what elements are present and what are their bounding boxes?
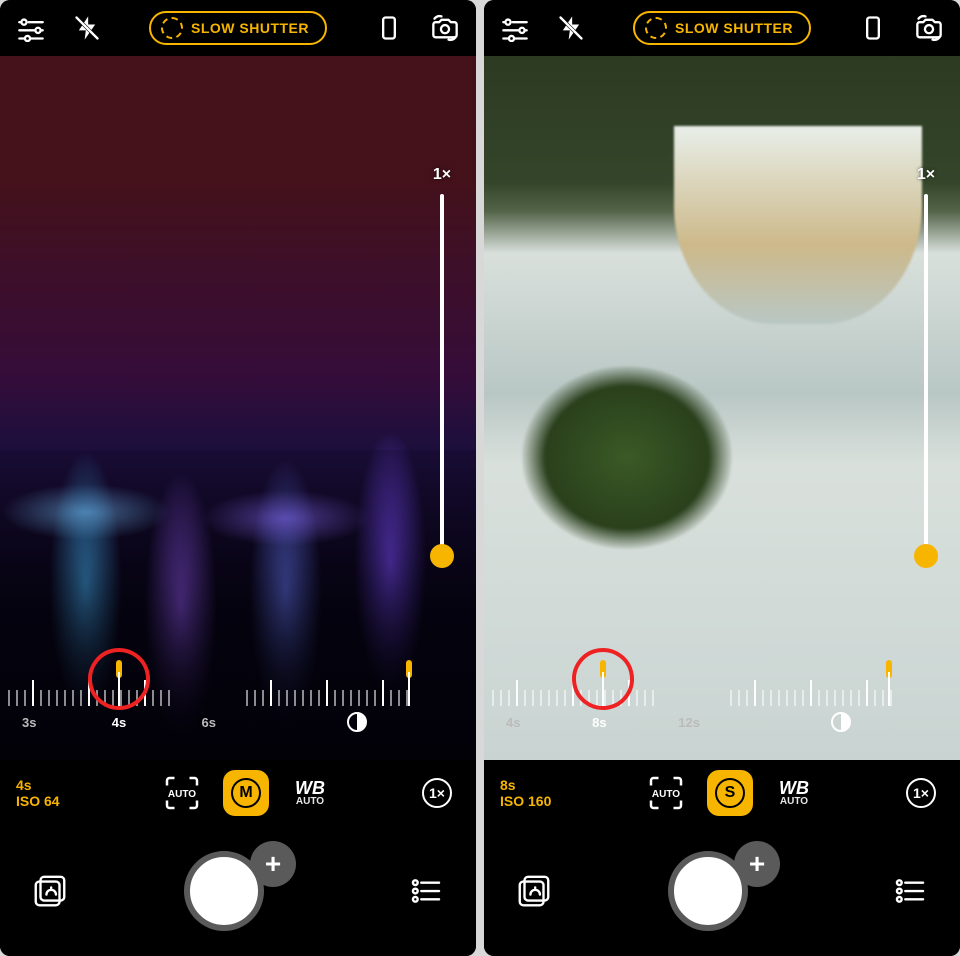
top-bar: SLOW SHUTTER xyxy=(0,0,476,56)
shutter-dial-ticks xyxy=(0,678,238,706)
zoom-track[interactable] xyxy=(440,194,444,556)
shutter-row: + xyxy=(0,826,476,956)
exposure-dial[interactable] xyxy=(722,640,960,742)
white-balance-button[interactable]: WBAUTO xyxy=(287,770,333,816)
white-balance-button[interactable]: WBAUTO xyxy=(771,770,817,816)
mode-button-letter: M xyxy=(231,778,261,808)
shutter-dial[interactable]: 3s 4s 6s xyxy=(0,640,238,742)
shutter-row: + xyxy=(484,826,960,956)
mode-label: SLOW SHUTTER xyxy=(191,20,309,36)
controls-row: 4s ISO 64 AUTO M WBAUTO 1× xyxy=(0,760,476,826)
controls-row: 8s ISO 160 AUTO S WBAUTO 1× xyxy=(484,760,960,826)
shutter-dial[interactable]: 4s 8s 12s xyxy=(484,640,722,742)
camera-switch-icon[interactable] xyxy=(428,11,462,45)
zoom-label: 1× xyxy=(917,166,935,184)
flash-off-icon[interactable] xyxy=(554,11,588,45)
shutter-main[interactable] xyxy=(184,851,264,931)
orientation-icon[interactable] xyxy=(856,11,890,45)
shutter-dial-values: 4s 8s 12s xyxy=(484,715,722,730)
wb-sub: AUTO xyxy=(780,797,808,806)
zoom-button-label: 1× xyxy=(906,778,936,808)
flash-off-icon[interactable] xyxy=(70,11,104,45)
exposure-readout[interactable]: 8s ISO 160 xyxy=(500,777,562,809)
shutter-button[interactable]: + xyxy=(668,843,776,939)
aperture-icon xyxy=(161,17,183,39)
shutter-dial-values: 3s 4s 6s xyxy=(0,715,238,730)
zoom-slider[interactable]: 1× xyxy=(428,166,456,556)
screenshot-left: SLOW SHUTTER 1× 3s xyxy=(0,0,476,956)
mode-button-letter: S xyxy=(715,778,745,808)
svg-text:AUTO: AUTO xyxy=(652,789,680,800)
settings-icon[interactable] xyxy=(14,11,48,45)
zoom-knob[interactable] xyxy=(430,544,454,568)
wb-sub: AUTO xyxy=(296,797,324,806)
mode-label: SLOW SHUTTER xyxy=(675,20,793,36)
zoom-button[interactable]: 1× xyxy=(414,770,460,816)
mode-button[interactable]: M xyxy=(223,770,269,816)
last-settings-button[interactable] xyxy=(404,869,448,913)
zoom-button-label: 1× xyxy=(422,778,452,808)
exposure-readout[interactable]: 4s ISO 64 xyxy=(16,777,78,809)
viewfinder[interactable]: 1× 3s 4s 6s xyxy=(0,56,476,760)
camera-switch-icon[interactable] xyxy=(912,11,946,45)
readout-iso: ISO 160 xyxy=(500,793,562,809)
gallery-button[interactable] xyxy=(28,869,72,913)
exposure-icon xyxy=(829,710,853,734)
shutter-button[interactable]: + xyxy=(184,843,292,939)
focus-button[interactable]: AUTO xyxy=(159,770,205,816)
mode-pill[interactable]: SLOW SHUTTER xyxy=(149,11,327,45)
viewfinder[interactable]: 1× 4s 8s 12s xyxy=(484,56,960,760)
zoom-slider[interactable]: 1× xyxy=(912,166,940,556)
top-bar: SLOW SHUTTER xyxy=(484,0,960,56)
mode-pill[interactable]: SLOW SHUTTER xyxy=(633,11,811,45)
mode-button[interactable]: S xyxy=(707,770,753,816)
orientation-icon[interactable] xyxy=(372,11,406,45)
exposure-dial[interactable] xyxy=(238,640,476,742)
gallery-button[interactable] xyxy=(512,869,556,913)
dial-strip: 3s 4s 6s xyxy=(0,640,476,760)
svg-text:AUTO: AUTO xyxy=(168,789,196,800)
exposure-dial-ticks xyxy=(722,678,960,706)
wb-label: WB xyxy=(295,780,325,796)
zoom-label: 1× xyxy=(433,166,451,184)
settings-icon[interactable] xyxy=(498,11,532,45)
screenshot-right: SLOW SHUTTER 1× 4s xyxy=(484,0,960,956)
dial-strip: 4s 8s 12s xyxy=(484,640,960,760)
focus-button[interactable]: AUTO xyxy=(643,770,689,816)
last-settings-button[interactable] xyxy=(888,869,932,913)
readout-iso: ISO 64 xyxy=(16,793,78,809)
zoom-button[interactable]: 1× xyxy=(898,770,944,816)
readout-shutter: 8s xyxy=(500,777,562,793)
wb-label: WB xyxy=(779,780,809,796)
exposure-dial-ticks xyxy=(238,678,476,706)
zoom-knob[interactable] xyxy=(914,544,938,568)
shutter-main[interactable] xyxy=(668,851,748,931)
shutter-dial-ticks xyxy=(484,678,722,706)
exposure-icon xyxy=(345,710,369,734)
zoom-track[interactable] xyxy=(924,194,928,556)
readout-shutter: 4s xyxy=(16,777,78,793)
aperture-icon xyxy=(645,17,667,39)
